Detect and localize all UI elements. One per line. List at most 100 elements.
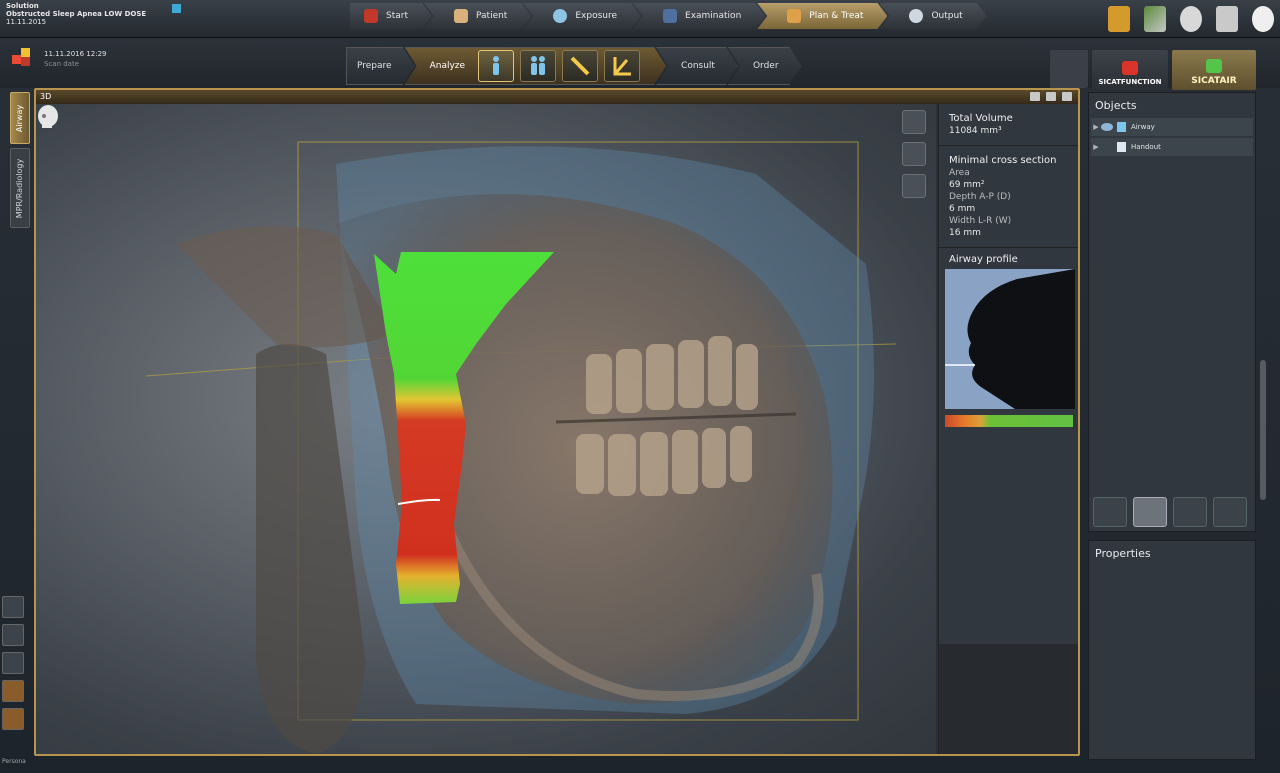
gear-icon[interactable]: [1180, 6, 1202, 32]
step-consult[interactable]: Consult: [656, 47, 738, 85]
width-label: Width L-R (W): [949, 216, 1012, 226]
two-person-tool[interactable]: [520, 50, 556, 82]
airway-profile-graph[interactable]: [945, 269, 1075, 409]
person-icon: [484, 54, 508, 78]
workflow-exposure[interactable]: Exposure: [523, 3, 641, 29]
airway-object-icon: [1117, 122, 1126, 132]
angle-icon: [610, 54, 634, 78]
head-orientation-icon[interactable]: [36, 104, 60, 130]
measurement-panel: Total Volume 11084 mm³ Minimal cross sec…: [938, 104, 1078, 754]
gears-icon[interactable]: [902, 142, 926, 166]
move-icon[interactable]: [1093, 497, 1127, 527]
module-sicatfunction[interactable]: SICATFUNCTION: [1092, 50, 1168, 90]
object-airway-label: Airway: [1131, 123, 1155, 131]
viewport-title: 3D: [40, 92, 52, 101]
sicatfunction-icon: [1122, 61, 1138, 75]
layout-icon[interactable]: [2, 652, 24, 674]
volume-rendering[interactable]: [36, 104, 936, 754]
tab-airway-label: Airway: [15, 104, 25, 132]
object-airway[interactable]: ▶ Airway: [1091, 118, 1253, 136]
skull-rendering: [145, 141, 897, 754]
module-blank[interactable]: [1050, 50, 1088, 88]
tab-airway[interactable]: Airway: [10, 92, 30, 144]
measurement-panel-footer: [939, 644, 1078, 754]
step-order-label: Order: [752, 61, 779, 71]
sicatair-icon: [1206, 59, 1222, 73]
scan-date-value: 11.11.2016 12:29: [44, 50, 107, 58]
workflow-start[interactable]: Start: [350, 3, 432, 29]
rendering-icon[interactable]: [902, 110, 926, 134]
object-actions: [1093, 497, 1247, 527]
maximize-icon[interactable]: [1062, 92, 1072, 101]
start-icon: [364, 9, 378, 23]
workflow-output-label: Output: [931, 11, 963, 21]
airway-color-scale: [945, 415, 1073, 427]
single-person-tool[interactable]: [478, 50, 514, 82]
width-value: 16 mm: [949, 228, 981, 238]
module-switcher: SICATFUNCTION SICATAIR: [1050, 50, 1256, 90]
redo-icon[interactable]: [1213, 497, 1247, 527]
workflow-output[interactable]: Output: [879, 3, 986, 29]
expand-arrow-icon[interactable]: ▶: [1091, 143, 1101, 151]
camera-icon[interactable]: [1030, 92, 1040, 101]
app-window: Solution Obstructed Sleep Apnea LOW DOSE…: [0, 0, 1280, 773]
measure-line-tool[interactable]: [562, 50, 598, 82]
properties-panel: Properties: [1088, 540, 1256, 760]
cube-icon[interactable]: [902, 174, 926, 198]
step-order[interactable]: Order: [728, 47, 802, 85]
viewport-3d[interactable]: 3D Total Volume 11084 mm³ Minimal cross …: [34, 88, 1080, 756]
workflow-examination[interactable]: Examination: [633, 3, 765, 29]
eye-icon[interactable]: [1101, 123, 1113, 131]
measure-angle-tool[interactable]: [604, 50, 640, 82]
restore-icon[interactable]: [1046, 92, 1056, 101]
module-sicatair[interactable]: SICATAIR: [1172, 50, 1256, 90]
ruler-icon: [568, 54, 592, 78]
split-icon[interactable]: [2, 708, 24, 730]
workflow-plan-treat-label: Plan & Treat: [809, 11, 864, 21]
properties-title: Properties: [1095, 547, 1151, 560]
settings-icon[interactable]: [2, 624, 24, 646]
phase-steps: Prepare Analyze Consult Order: [346, 47, 792, 85]
viewport-side-tools: [902, 110, 926, 198]
step-analyze-label: Analyze: [429, 61, 466, 71]
case-name: Obstructed Sleep Apnea LOW DOSE: [6, 10, 147, 18]
airway-profile-title: Airway profile: [949, 254, 1018, 265]
depth-label: Depth A-P (D): [949, 192, 1011, 202]
slab-icon[interactable]: [1133, 497, 1167, 527]
step-consult-label: Consult: [681, 61, 715, 71]
case-info: Solution Obstructed Sleep Apnea LOW DOSE…: [6, 2, 186, 26]
top-workflow-bar: Solution Obstructed Sleep Apnea LOW DOSE…: [0, 0, 1280, 38]
undo-icon[interactable]: [1173, 497, 1207, 527]
expand-arrow-icon[interactable]: ▶: [1091, 123, 1101, 131]
step-prepare-label: Prepare: [357, 61, 392, 71]
scan-info: 11.11.2016 12:29 Scan date: [44, 49, 106, 69]
screenshot-icon[interactable]: [2, 596, 24, 618]
tab-mpr-label: MPR/Radiology: [15, 158, 25, 218]
viewport-header: 3D: [36, 90, 1078, 104]
tools-icon[interactable]: [1144, 6, 1166, 32]
objects-panel: Objects ▶ Airway ▶ Handout: [1088, 92, 1256, 532]
workflow-examination-label: Examination: [685, 11, 742, 21]
case-title: Solution: [6, 2, 39, 10]
object-handout[interactable]: ▶ Handout: [1091, 138, 1253, 156]
step-analyze[interactable]: Analyze: [405, 47, 666, 85]
top-right-tools: [1108, 6, 1274, 32]
workflow-plan-treat[interactable]: Plan & Treat: [757, 3, 887, 29]
step-prepare[interactable]: Prepare: [346, 47, 415, 85]
workflow-start-label: Start: [386, 11, 408, 21]
workflow-exposure-label: Exposure: [575, 11, 618, 21]
handout-icon: [1117, 142, 1126, 152]
help-icon[interactable]: [1252, 6, 1274, 32]
workflow-patient-label: Patient: [476, 11, 508, 21]
tab-mpr-radiology[interactable]: MPR/Radiology: [10, 148, 30, 228]
total-volume-section: Total Volume 11084 mm³: [939, 104, 1078, 146]
total-volume-value: 11084 mm³: [949, 126, 1002, 136]
viewport-header-tools: [1030, 92, 1072, 101]
area-value: 69 mm²: [949, 180, 985, 190]
grid-icon[interactable]: [2, 680, 24, 702]
notebook-icon[interactable]: [1108, 6, 1130, 32]
depth-value: 6 mm: [949, 204, 976, 214]
workflow-patient[interactable]: Patient: [424, 3, 531, 29]
right-scrollbar[interactable]: [1260, 360, 1266, 500]
window-icon[interactable]: [1216, 6, 1238, 32]
